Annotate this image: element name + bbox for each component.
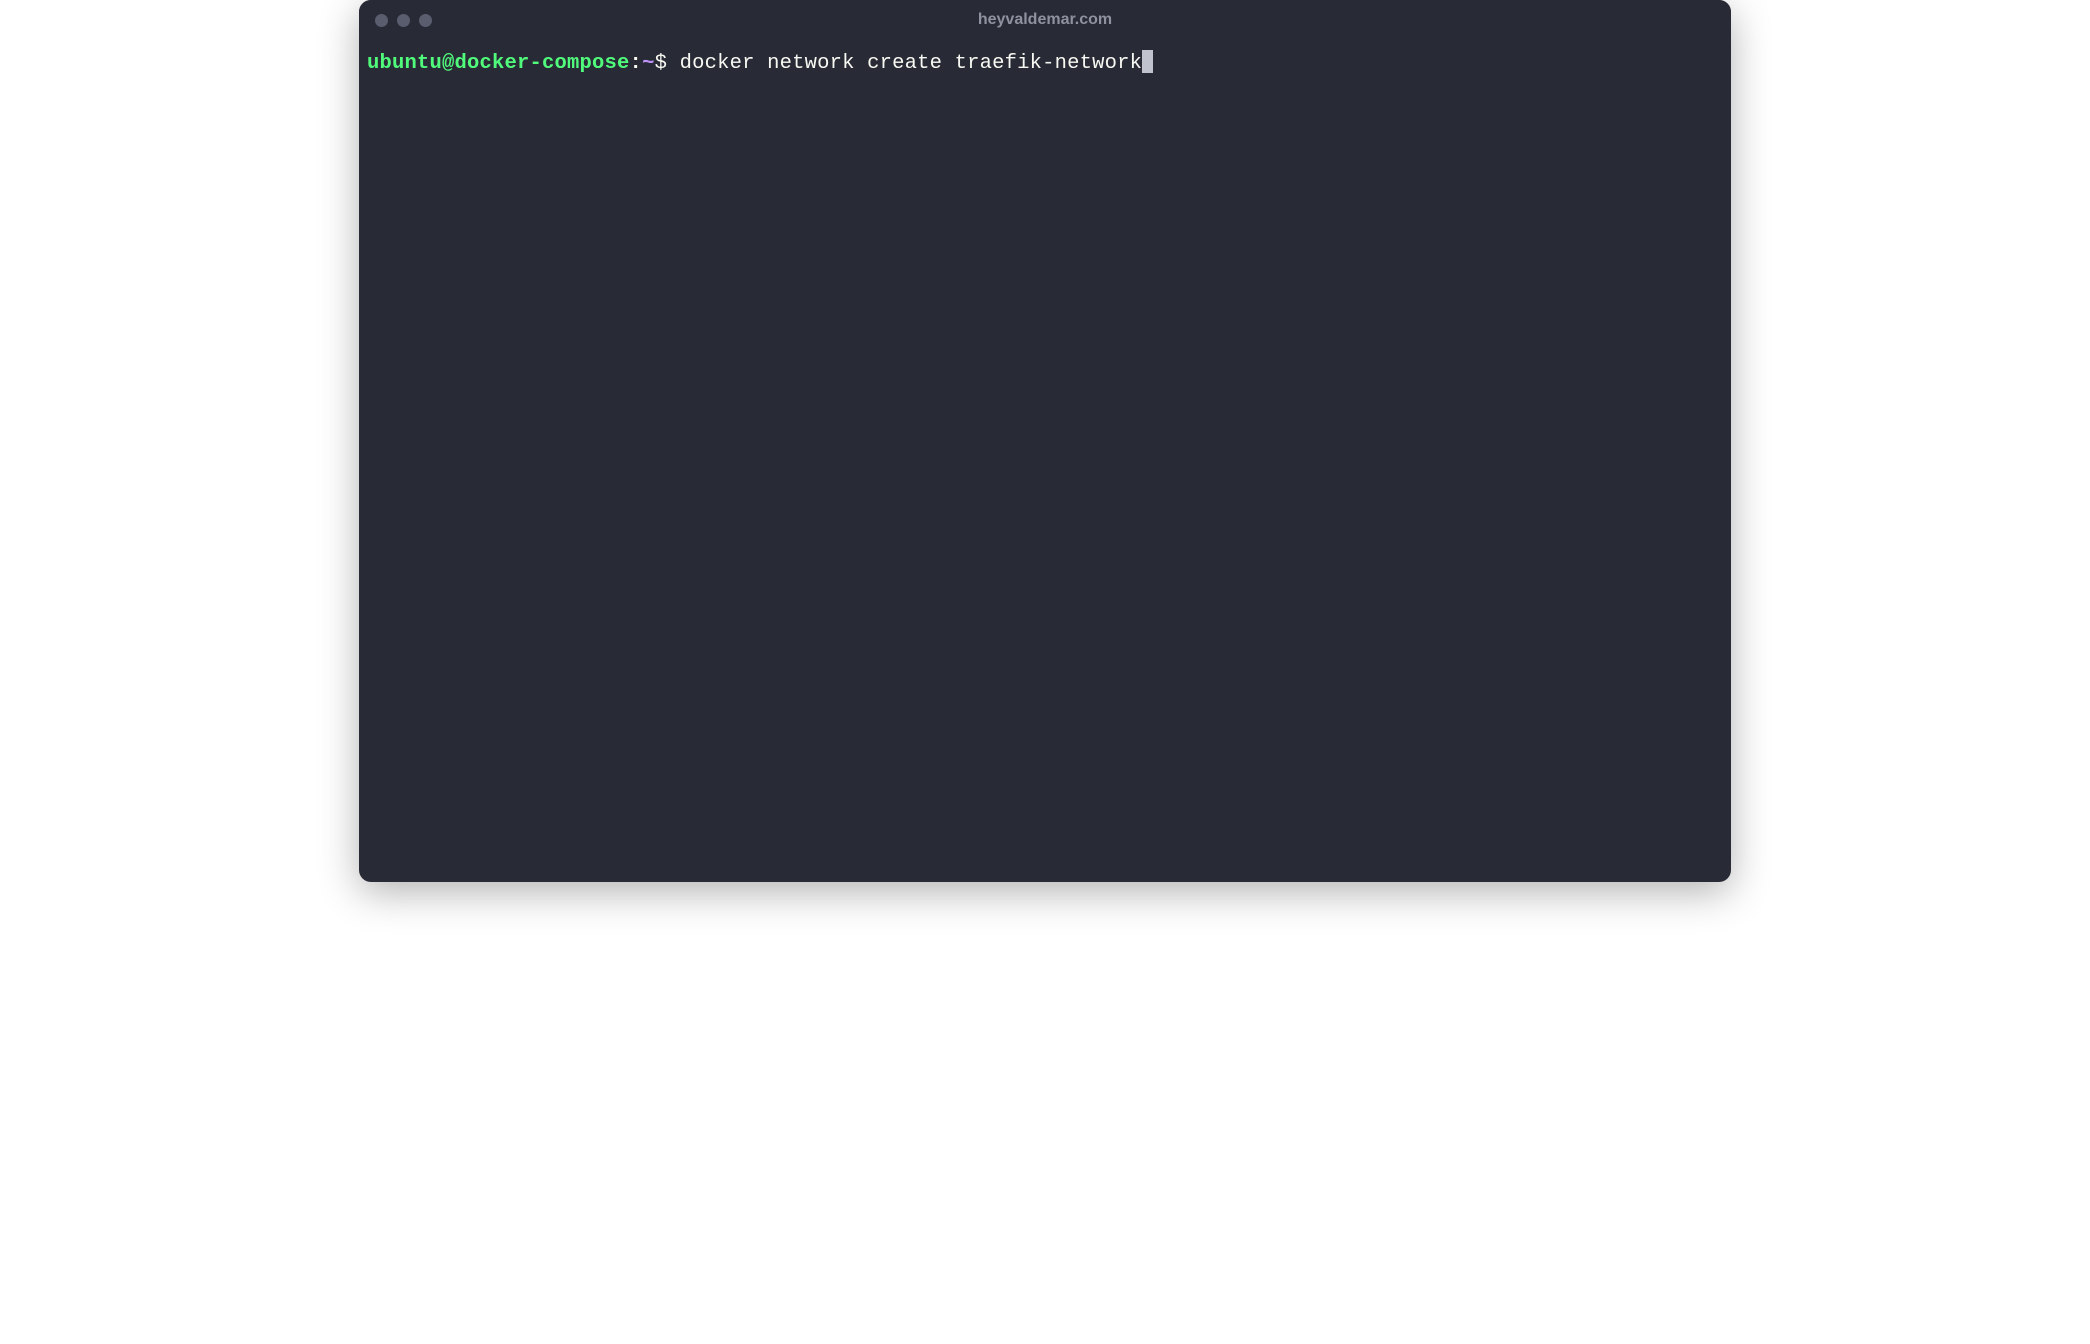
maximize-button[interactable] xyxy=(419,14,432,27)
cursor-icon xyxy=(1142,50,1153,73)
prompt-line: ubuntu@docker-compose:~$ docker network … xyxy=(367,50,1723,78)
window-title: heyvaldemar.com xyxy=(978,11,1112,29)
close-button[interactable] xyxy=(375,14,388,27)
prompt-colon: : xyxy=(630,50,643,78)
traffic-lights xyxy=(375,14,432,27)
prompt-user-host: ubuntu@docker-compose xyxy=(367,50,630,78)
command-input[interactable]: docker network create traefik-network xyxy=(680,50,1143,78)
minimize-button[interactable] xyxy=(397,14,410,27)
prompt-symbol: $ xyxy=(655,50,680,78)
terminal-body[interactable]: ubuntu@docker-compose:~$ docker network … xyxy=(359,40,1731,882)
terminal-window: heyvaldemar.com ubuntu@docker-compose:~$… xyxy=(359,0,1731,882)
titlebar[interactable]: heyvaldemar.com xyxy=(359,0,1731,40)
prompt-path: ~ xyxy=(642,50,655,78)
